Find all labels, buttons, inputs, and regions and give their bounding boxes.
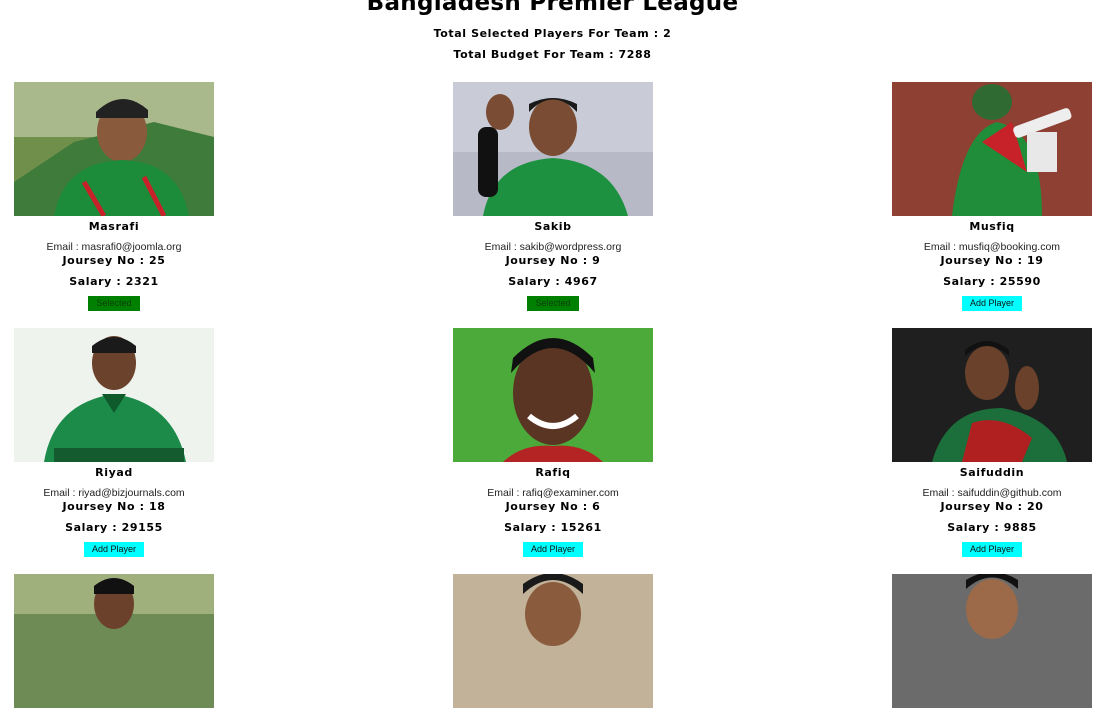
add-player-button[interactable]: Add Player <box>961 296 1023 311</box>
player-card: Masrafi Email : masrafi0@joomla.org Jour… <box>14 82 214 311</box>
player-journey-number: Joursey No : 9 <box>505 254 601 267</box>
selected-button[interactable]: Selected <box>527 296 579 311</box>
player-salary: Salary : 2321 <box>69 275 159 288</box>
player-journey-number: Joursey No : 20 <box>940 500 1044 513</box>
player-card <box>453 574 653 708</box>
add-player-button[interactable]: Add Player <box>522 542 584 557</box>
player-journey-number: Joursey No : 6 <box>505 500 601 513</box>
player-name: Sakib <box>534 220 572 233</box>
player-email: Email : masrafi0@joomla.org <box>46 241 182 253</box>
player-name: Riyad <box>95 466 133 479</box>
player-card <box>892 574 1092 708</box>
player-email: Email : saifuddin@github.com <box>922 487 1062 499</box>
player-card <box>14 574 214 708</box>
player-card: Saifuddin Email : saifuddin@github.com J… <box>892 328 1092 557</box>
player-photo <box>892 82 1092 216</box>
player-photo <box>892 574 1092 708</box>
add-player-button[interactable]: Add Player <box>83 542 145 557</box>
player-salary: Salary : 9885 <box>947 521 1037 534</box>
add-player-button[interactable]: Add Player <box>961 542 1023 557</box>
player-email: Email : sakib@wordpress.org <box>484 241 622 253</box>
player-email: Email : riyad@bizjournals.com <box>43 487 185 499</box>
player-photo <box>453 574 653 708</box>
player-grid: Masrafi Email : masrafi0@joomla.org Jour… <box>0 0 1117 708</box>
player-email: Email : rafiq@examiner.com <box>487 487 619 499</box>
player-name: Masrafi <box>88 220 140 233</box>
player-photo <box>14 82 214 216</box>
player-name: Rafiq <box>535 466 571 479</box>
player-journey-number: Joursey No : 19 <box>940 254 1044 267</box>
player-card: Rafiq Email : rafiq@examiner.com Joursey… <box>453 328 653 557</box>
player-card: Riyad Email : riyad@bizjournals.com Jour… <box>14 328 214 557</box>
player-photo <box>14 574 214 708</box>
player-salary: Salary : 25590 <box>943 275 1041 288</box>
player-photo <box>453 328 653 462</box>
player-name: Saifuddin <box>959 466 1025 479</box>
player-salary: Salary : 4967 <box>508 275 598 288</box>
player-photo <box>892 328 1092 462</box>
player-card: Sakib Email : sakib@wordpress.org Jourse… <box>453 82 653 311</box>
player-photo <box>453 82 653 216</box>
player-photo <box>14 328 214 462</box>
player-journey-number: Joursey No : 18 <box>62 500 166 513</box>
player-email: Email : musfiq@booking.com <box>923 241 1061 253</box>
player-name: Musfiq <box>969 220 1015 233</box>
selected-button[interactable]: Selected <box>88 296 140 311</box>
player-salary: Salary : 15261 <box>504 521 602 534</box>
player-salary: Salary : 29155 <box>65 521 163 534</box>
player-card: Musfiq Email : musfiq@booking.com Jourse… <box>892 82 1092 311</box>
player-journey-number: Joursey No : 25 <box>62 254 166 267</box>
